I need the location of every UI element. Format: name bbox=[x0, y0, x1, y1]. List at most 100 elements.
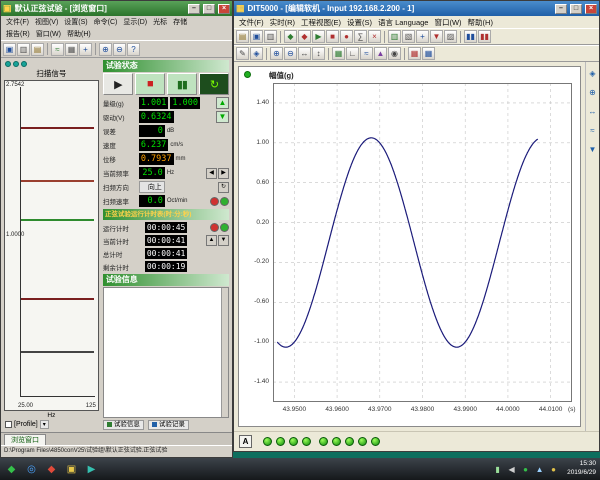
snapshot-icon[interactable]: ◉ bbox=[388, 47, 401, 60]
maximize-button[interactable]: □ bbox=[203, 4, 215, 14]
record-icon[interactable]: ● bbox=[340, 30, 353, 43]
scan-signal-plot[interactable]: 2.7542 1.0000 25.00 125 bbox=[4, 80, 99, 411]
timer-start-button[interactable] bbox=[220, 223, 229, 232]
cursor-icon[interactable]: + bbox=[416, 30, 429, 43]
sine-menu2-0[interactable]: 报告(R) bbox=[3, 29, 33, 39]
dit-menu-5[interactable]: 窗口(W) bbox=[431, 17, 464, 28]
freq-next-button[interactable]: ▶ bbox=[218, 168, 229, 179]
freq-prev-button[interactable]: ◀ bbox=[206, 168, 217, 179]
pan-h-icon[interactable]: ↔ bbox=[298, 47, 311, 60]
info-tab-0[interactable]: 试验信息 bbox=[103, 420, 144, 430]
cursor-icon[interactable]: + bbox=[79, 43, 92, 56]
dit-menu-2[interactable]: 工程视图(E) bbox=[298, 17, 344, 28]
dit-menu-3[interactable]: 设置(S) bbox=[344, 17, 375, 28]
sine-menu-0[interactable]: 文件(F) bbox=[3, 17, 32, 27]
volume-icon[interactable]: ◀ bbox=[506, 464, 517, 475]
test-info-list[interactable] bbox=[103, 287, 229, 418]
folder-icon[interactable]: ▣ bbox=[64, 462, 79, 477]
sine-menu-1[interactable]: 视图(V) bbox=[32, 17, 61, 27]
media-icon[interactable]: ◆ bbox=[44, 462, 59, 477]
new-view-icon[interactable]: ▧ bbox=[402, 30, 415, 43]
sweep-stop-dot-icon[interactable] bbox=[210, 197, 219, 206]
clear-icon[interactable]: × bbox=[368, 30, 381, 43]
start-sample-icon[interactable]: ▶ bbox=[312, 30, 325, 43]
zoom-in-icon[interactable]: ⊕ bbox=[99, 43, 112, 56]
taskbar-clock[interactable]: 15:30 2019/6/29 bbox=[562, 460, 596, 478]
timer-down-button[interactable]: ▼ bbox=[218, 235, 229, 246]
edit-icon[interactable]: ✎ bbox=[236, 47, 249, 60]
dit5000-titlebar[interactable]: ▦ DIT5000 - [编辑软机 - Input 192.168.2.200 … bbox=[234, 1, 599, 16]
rail-select-icon[interactable]: ◈ bbox=[587, 68, 598, 79]
pause-test-button[interactable]: ▮▮ bbox=[167, 73, 197, 95]
timer-stop-button[interactable] bbox=[210, 223, 219, 232]
profile-checkbox[interactable] bbox=[5, 421, 12, 428]
messenger-icon[interactable]: ● bbox=[548, 464, 559, 475]
dit5000-minimize-button[interactable]: – bbox=[555, 4, 567, 14]
start-icon[interactable]: ◆ bbox=[4, 462, 19, 477]
help-icon[interactable]: ? bbox=[127, 43, 140, 56]
minimize-button[interactable]: – bbox=[188, 4, 200, 14]
dit5000-maximize-button[interactable]: □ bbox=[570, 4, 582, 14]
zoom-out-icon[interactable]: ⊖ bbox=[284, 47, 297, 60]
arrange-icon[interactable]: ▨ bbox=[444, 30, 457, 43]
sine-menu-2[interactable]: 设置(S) bbox=[61, 17, 90, 27]
dit-menu-6[interactable]: 帮助(H) bbox=[465, 17, 496, 28]
grid-icon[interactable]: ▦ bbox=[332, 47, 345, 60]
sine-menu2-1[interactable]: 窗口(W) bbox=[33, 29, 64, 39]
rail-pan-icon[interactable]: ↔ bbox=[587, 106, 598, 117]
zoom-out-icon[interactable]: ⊖ bbox=[113, 43, 126, 56]
sine-menu2-2[interactable]: 帮助(H) bbox=[64, 29, 94, 39]
info-scrollbar[interactable] bbox=[221, 288, 228, 417]
stop-sample-icon[interactable]: ■ bbox=[326, 30, 339, 43]
dit-menu-0[interactable]: 文件(F) bbox=[236, 17, 267, 28]
select-icon[interactable]: ◈ bbox=[250, 47, 263, 60]
rail-zoom-icon[interactable]: ⊕ bbox=[587, 87, 598, 98]
network-icon[interactable]: ▮ bbox=[492, 464, 503, 475]
app-launcher-icon[interactable]: ▶ bbox=[84, 462, 99, 477]
info-tab-1[interactable]: 试验记录 bbox=[148, 420, 189, 430]
flag-red-icon[interactable]: ▮▮ bbox=[478, 30, 491, 43]
sweep-run-dot-icon[interactable] bbox=[220, 197, 229, 206]
save-project-icon[interactable]: ▣ bbox=[250, 30, 263, 43]
dit5000-close-button[interactable]: × bbox=[585, 4, 597, 14]
dit-menu-1[interactable]: 实时(R) bbox=[267, 17, 298, 28]
rail-marker-icon[interactable]: ▼ bbox=[587, 144, 598, 155]
flag-blue-icon[interactable]: ▮▮ bbox=[464, 30, 477, 43]
print-icon[interactable]: ▥ bbox=[17, 43, 30, 56]
chart-plot-area[interactable] bbox=[273, 83, 572, 402]
sine-test-titlebar[interactable]: ▣ 默认正弦试验 - [浏览窗口] – □ × bbox=[1, 1, 232, 16]
overlay-blue-icon[interactable]: ▦ bbox=[422, 47, 435, 60]
balance-icon[interactable]: ∑ bbox=[354, 30, 367, 43]
channel-group-a-button[interactable]: A bbox=[239, 435, 252, 448]
save-icon[interactable]: ▣ bbox=[3, 43, 16, 56]
profile-dropdown[interactable]: ▾ bbox=[40, 420, 49, 429]
timer-up-button[interactable]: ▲ bbox=[206, 235, 217, 246]
waveform-icon[interactable]: ≈ bbox=[360, 47, 373, 60]
antivirus-icon[interactable]: ● bbox=[520, 464, 531, 475]
curve-icon[interactable]: ≈ bbox=[51, 43, 64, 56]
spectrum-icon[interactable]: ▲ bbox=[374, 47, 387, 60]
close-button[interactable]: × bbox=[218, 4, 230, 14]
dit-menu-4[interactable]: 语言 Language bbox=[375, 17, 431, 28]
start-test-button[interactable]: ▶ bbox=[103, 73, 133, 95]
sine-menu-6[interactable]: 存储 bbox=[170, 17, 190, 27]
open-project-icon[interactable]: ▤ bbox=[236, 30, 249, 43]
loop-test-button[interactable]: ↻ bbox=[199, 73, 229, 95]
sine-menu-3[interactable]: 命令(C) bbox=[91, 17, 121, 27]
direction-toggle-button[interactable]: ↻ bbox=[218, 182, 229, 193]
usb-icon[interactable]: ▲ bbox=[534, 464, 545, 475]
disconnect-icon[interactable]: ◆ bbox=[298, 30, 311, 43]
sine-menu-5[interactable]: 光标 bbox=[150, 17, 170, 27]
level-up-button[interactable]: ▲ bbox=[216, 97, 229, 109]
pan-v-icon[interactable]: ↕ bbox=[312, 47, 325, 60]
marker-icon[interactable]: ▼ bbox=[430, 30, 443, 43]
print-icon[interactable]: ▥ bbox=[264, 30, 277, 43]
grid-icon[interactable]: ▦ bbox=[65, 43, 78, 56]
browser-icon[interactable]: ◎ bbox=[24, 462, 39, 477]
axis-icon[interactable]: ∟ bbox=[346, 47, 359, 60]
connect-icon[interactable]: ◆ bbox=[284, 30, 297, 43]
channel-list-icon[interactable]: ▥ bbox=[388, 30, 401, 43]
zoom-in-icon[interactable]: ⊕ bbox=[270, 47, 283, 60]
overlay-red-icon[interactable]: ▦ bbox=[408, 47, 421, 60]
stop-test-button[interactable]: ■ bbox=[135, 73, 165, 95]
